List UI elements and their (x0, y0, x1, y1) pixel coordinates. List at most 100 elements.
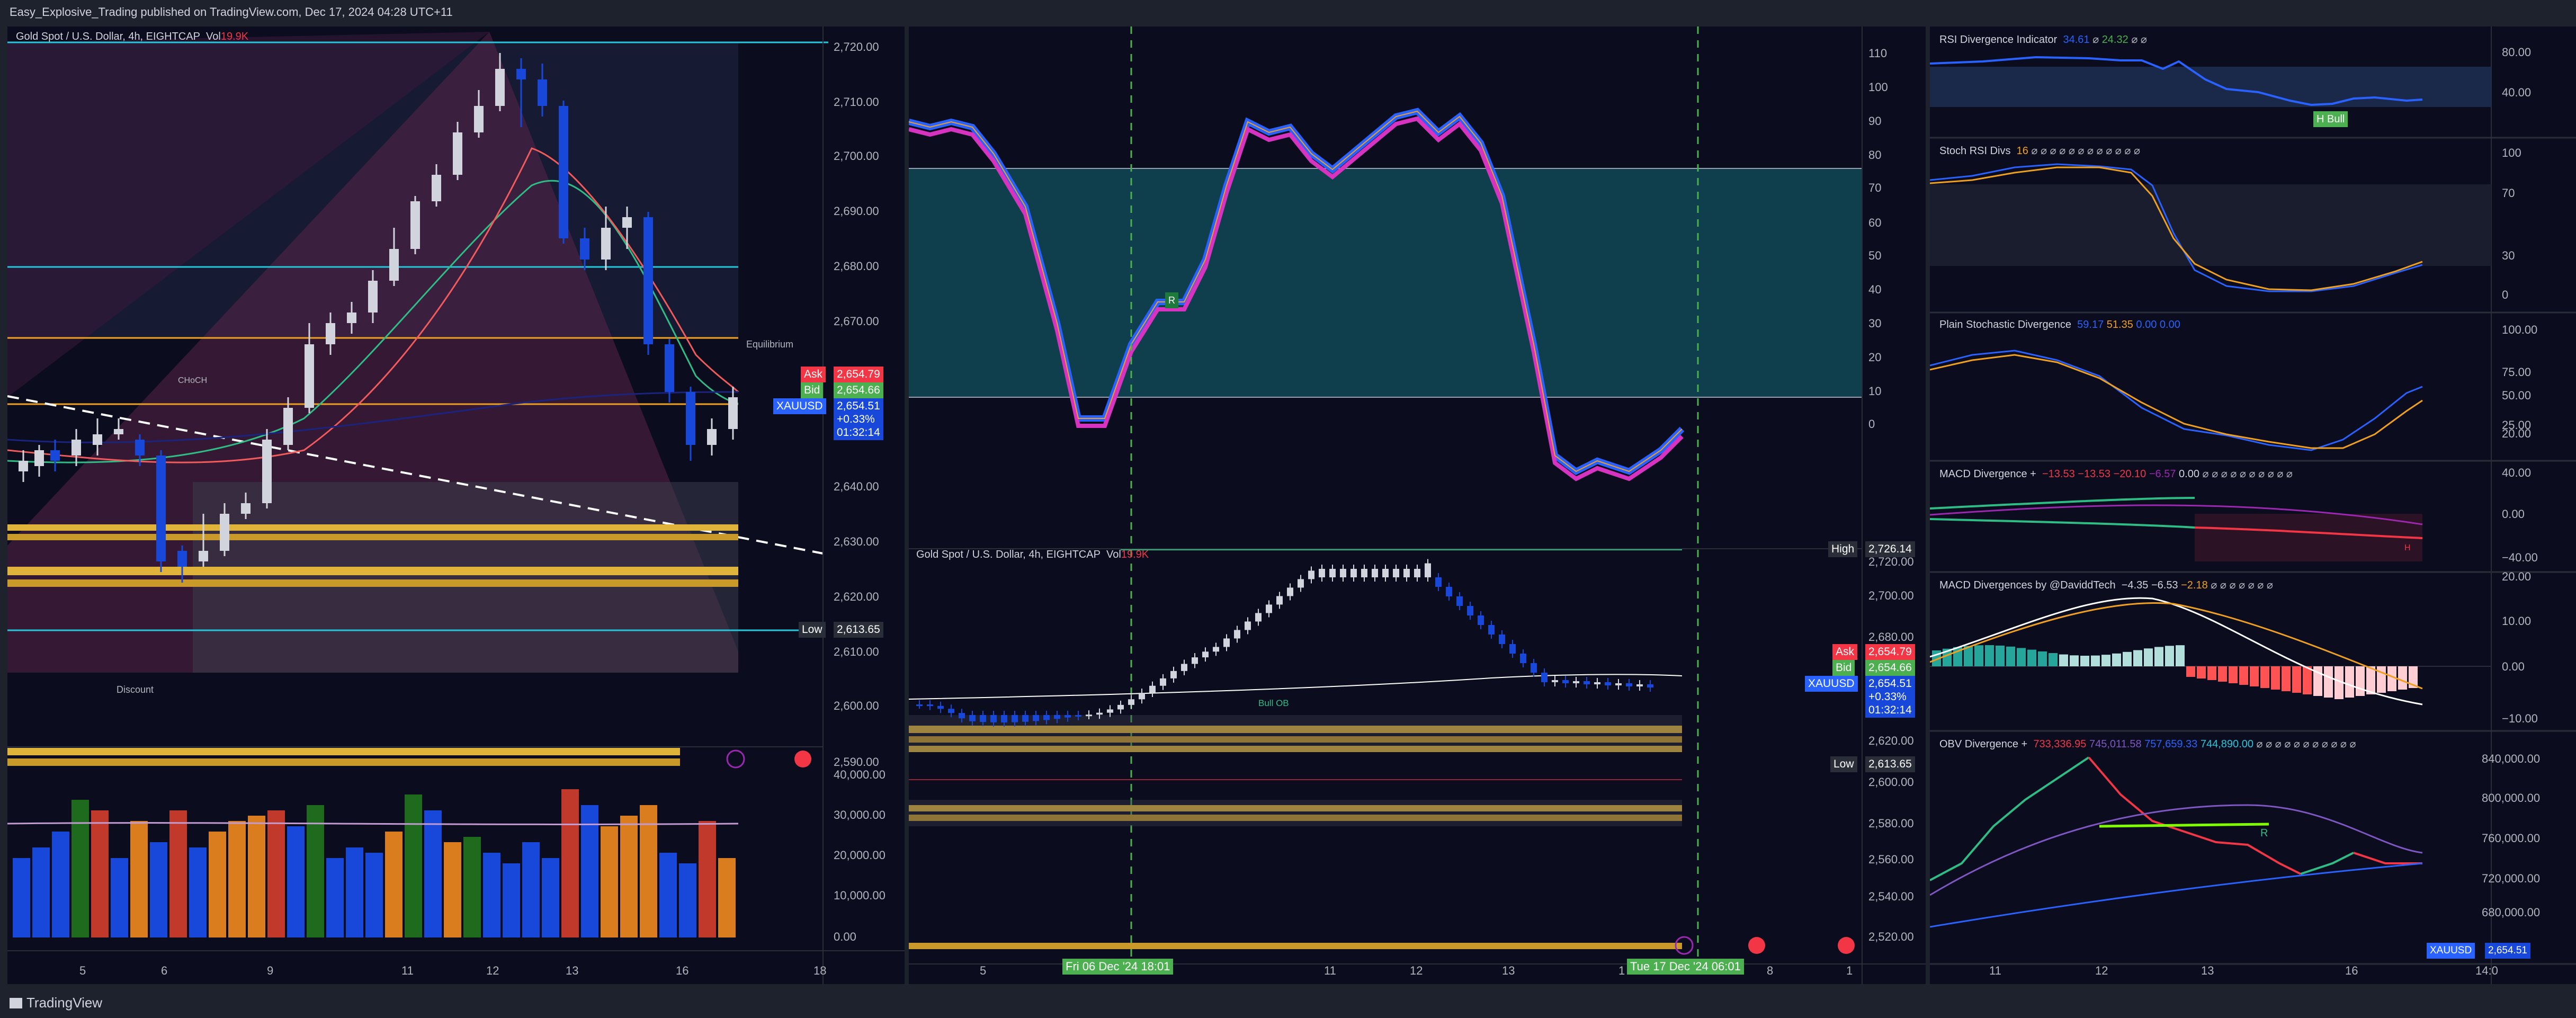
macd2-hist-bar (1985, 645, 1994, 666)
axis-label: 2,700.00 (1868, 589, 1914, 602)
tradingview-logo[interactable]: TradingView (10, 995, 102, 1011)
tradingview-logo-icon (10, 998, 22, 1008)
candle-body (601, 228, 611, 260)
indicator-canvas[interactable] (1930, 26, 2576, 984)
time-label: 11 (1989, 964, 2001, 977)
mid-candle-body (1605, 682, 1611, 685)
obv-symbol-tag: XAUUSD (2427, 943, 2475, 959)
macd2-title: MACD Divergences by @DaviddTech −4.35 −6… (1939, 579, 2273, 591)
macd2-hist-bar (2387, 666, 2396, 691)
mid-candle-body (937, 706, 944, 709)
axis-label: 90 (1868, 114, 1882, 128)
mid-candle-body (980, 715, 986, 722)
mid-bid-tag: Bid (1832, 660, 1855, 676)
axis-label: 840,000.00 (2482, 752, 2541, 765)
oscillator-band (909, 168, 1862, 397)
mid-candle-body (990, 715, 997, 722)
volume-bar (71, 800, 89, 937)
candle-body (580, 238, 589, 260)
mid-candle-body (1149, 685, 1156, 693)
candle-body (326, 323, 335, 344)
gold-block-5 (7, 748, 680, 755)
macd2-hist-bar (2165, 646, 2174, 666)
obv-title: OBV Divergence + 733,336.95 745,011.58 7… (1939, 738, 2356, 750)
axis-label: 100.00 (2502, 323, 2538, 336)
volume-bar (248, 816, 265, 937)
time-label: 12 (2095, 964, 2108, 977)
bull-ob-label: Bull OB (1258, 698, 1289, 708)
axis-label: 80 (1868, 148, 1882, 162)
mid-gold-block-6 (909, 943, 1682, 949)
mid-candle-body (959, 713, 965, 719)
candle-body (410, 201, 420, 249)
left-chart-panel[interactable]: Gold Spot / U.S. Dollar, 4h, EIGHTCAP Vo… (7, 26, 905, 984)
volume-bar (209, 832, 226, 937)
time-label: 11 (1324, 964, 1336, 977)
mid-candle-body (1594, 682, 1600, 684)
mid-candle-body (1043, 715, 1050, 720)
h-bull-label: H Bull (2313, 111, 2348, 127)
candle-body (728, 397, 738, 429)
macd2-hist-bar (2292, 666, 2301, 693)
axis-label: −40.00 (2502, 551, 2538, 564)
mid-candle-body (1202, 651, 1209, 658)
mid-candle-body (1520, 654, 1526, 663)
symbol-tag: XAUUSD (773, 398, 826, 414)
candle-body (665, 344, 674, 392)
candle-body (177, 551, 187, 567)
macd2-hist-bar (2059, 654, 2068, 666)
obv-green (1930, 756, 2090, 881)
mid-candle-body (1478, 615, 1484, 625)
candle-body (622, 217, 632, 228)
mid-candle-body (1509, 644, 1516, 654)
mid-candle-body (1425, 563, 1431, 577)
cursor-date-right: Tue 17 Dec '24 06:01 (1627, 959, 1744, 975)
candle-body (114, 429, 123, 434)
low-tag: Low (799, 622, 826, 638)
mid-candle-body (1531, 663, 1537, 673)
volume-bar (111, 858, 128, 937)
time-label: 5 (79, 964, 86, 977)
mid-candle-body (1234, 630, 1240, 639)
candle-body (19, 461, 28, 471)
mid-candle-body (1117, 704, 1124, 710)
time-label: 16 (676, 964, 689, 977)
mid-candle-body (1160, 678, 1166, 686)
volume-bar (503, 863, 520, 937)
axis-label: 2,540.00 (1868, 890, 1914, 903)
gold-block-6 (7, 758, 680, 766)
candle-body (305, 344, 314, 408)
stochrsi-title: Stoch RSI Divs 16 ⌀ ⌀ ⌀ ⌀ ⌀ ⌀ ⌀ ⌀ ⌀ ⌀ ⌀ … (1939, 145, 2141, 157)
middle-chart-canvas[interactable] (909, 26, 1926, 984)
low-value: 2,613.65 (834, 622, 883, 638)
axis-label: 2,670.00 (834, 315, 879, 328)
volume-bar (326, 858, 344, 937)
time-label: 1 (1618, 964, 1625, 977)
axis-label: 2,560.00 (1868, 853, 1914, 866)
middle-chart-panel[interactable]: R Gold Spot / U.S. Dollar, 4h, EIGHTCAP … (909, 26, 1926, 984)
macd2-hist-bar (2049, 653, 2058, 666)
axis-label: 2,600.00 (1868, 775, 1914, 789)
axis-label: −10.00 (2502, 712, 2538, 725)
time-label: 5 (980, 964, 987, 977)
axis-label: 2,710.00 (834, 95, 879, 109)
candle-body (495, 69, 505, 106)
volume-bar (659, 853, 677, 937)
indicator-panel[interactable]: RSI Divergence Indicator 34.61 ⌀ 24.32 ⌀… (1930, 26, 2576, 984)
macd1-h-label: H (2404, 543, 2411, 552)
axis-label: 0.00 (2502, 660, 2525, 673)
osc-r-marker: R (1165, 292, 1178, 308)
left-chart-canvas[interactable] (7, 26, 905, 984)
axis-label: 2,720.00 (834, 40, 879, 53)
macd2-hist-bar (2229, 666, 2238, 683)
mid-candle-body (1636, 684, 1643, 686)
mid-candle-body (1266, 604, 1272, 613)
axis-label: 2,680.00 (1868, 630, 1914, 644)
macd2-hist-bar (2080, 655, 2089, 666)
candle-body (262, 440, 272, 503)
mid-candle-body (1626, 683, 1632, 686)
mid-ask-value: 2,654.79 (1865, 644, 1915, 660)
axis-label: 30,000.00 (834, 808, 885, 821)
mid-candle-body (1096, 712, 1103, 715)
time-label: 13 (2201, 964, 2214, 977)
